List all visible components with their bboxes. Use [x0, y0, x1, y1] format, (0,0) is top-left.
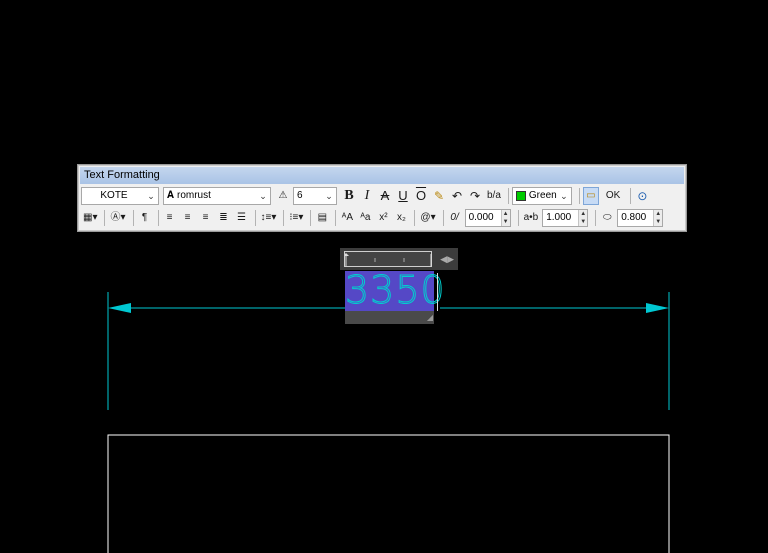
match-properties-icon[interactable]: ✎	[431, 187, 447, 205]
numbering-icon[interactable]: ⁝≡▾	[287, 209, 305, 227]
ruler-ticks	[343, 253, 432, 266]
tracking-value: 1.000	[546, 212, 572, 223]
oblique-angle-value: 0.000	[468, 212, 494, 223]
tracking-icon: a•b	[523, 212, 539, 223]
superscript-button[interactable]: x²	[375, 209, 391, 227]
align-center-icon[interactable]: ≡	[180, 209, 196, 227]
color-value: Green	[528, 190, 557, 201]
font-value: romrust	[176, 190, 211, 201]
subscript-button[interactable]: x₂	[393, 209, 409, 227]
style-value: KOTE	[100, 190, 128, 201]
spinner-arrows-icon[interactable]: ▲ ▼	[500, 210, 510, 226]
arrowhead-right	[646, 303, 669, 313]
separator	[310, 210, 312, 226]
separator	[132, 210, 134, 226]
separator	[283, 210, 285, 226]
uppercase-button[interactable]: ᴬA	[339, 209, 355, 227]
ok-button[interactable]: OK	[601, 187, 625, 205]
lowercase-button[interactable]: ᴬa	[357, 209, 373, 227]
text-editor-ruler[interactable]: ◀▶	[340, 248, 458, 270]
redo-icon[interactable]: ↷	[467, 187, 483, 205]
style-dropdown[interactable]: KOTE ⌄	[81, 187, 159, 205]
insert-field-icon[interactable]: ▤	[314, 209, 330, 227]
distribute-icon[interactable]: ☰	[234, 209, 250, 227]
tracking-input[interactable]: 1.000 ▲ ▼	[542, 209, 589, 227]
resize-grip-icon[interactable]: ◢	[427, 312, 433, 324]
separator	[335, 210, 337, 226]
text-cursor	[437, 273, 439, 311]
drawing-rectangle	[107, 434, 670, 553]
align-right-icon[interactable]: ≡	[198, 209, 214, 227]
symbol-label: @	[420, 212, 431, 223]
chevron-down-icon: ⌄	[259, 191, 267, 201]
columns-icon[interactable]: ▦▾	[81, 209, 99, 227]
width-factor-value: 0.800	[621, 212, 647, 223]
separator	[442, 210, 444, 226]
separator	[254, 210, 256, 226]
justification-icon[interactable]: Ⓐ▾	[108, 209, 127, 227]
dimension-text[interactable]: 3350	[345, 268, 446, 313]
separator	[157, 210, 159, 226]
overline-button[interactable]: O	[413, 187, 429, 205]
arrowhead-left	[108, 303, 131, 313]
ruler-width-arrows-icon[interactable]: ◀▶	[440, 250, 454, 268]
color-dropdown[interactable]: Green ⌄	[511, 187, 572, 205]
oblique-angle-icon: 0/	[450, 212, 459, 223]
align-left-icon[interactable]: ≡	[162, 209, 178, 227]
chevron-down-icon: ⌄	[325, 191, 333, 201]
spinner-arrows-icon[interactable]: ▲ ▼	[578, 210, 588, 226]
paragraph-icon[interactable]: ¶	[137, 209, 153, 227]
italic-button[interactable]: I	[359, 187, 375, 205]
separator	[578, 188, 580, 204]
font-dropdown[interactable]: 𝐀 romrust ⌄	[163, 187, 271, 205]
text-height-dropdown[interactable]: 6 ⌄	[293, 187, 337, 205]
separator	[630, 188, 632, 204]
undo-icon[interactable]: ↶	[449, 187, 465, 205]
separator	[104, 210, 106, 226]
options-icon[interactable]: ⊙	[634, 187, 650, 205]
width-factor-input[interactable]: 0.800 ▲ ▼	[617, 209, 664, 227]
spinner-arrows-icon[interactable]: ▲ ▼	[653, 210, 663, 226]
chevron-down-icon: ⌄	[560, 191, 568, 201]
strikethrough-button[interactable]: A	[377, 187, 393, 205]
chevron-down-icon: ⌄	[147, 191, 155, 201]
toolbar-row-2: ▦▾ Ⓐ▾ ¶ ≡ ≡ ≡ ≣ ☰ ↕≡▾ ⁝≡▾ ▤ ᴬA ᴬa x² x₂ …	[81, 207, 683, 229]
toolbar-row-1: KOTE ⌄ 𝐀 romrust ⌄ ⚠ 6 ⌄ B I A U O ✎ ↶ ↷…	[81, 185, 683, 207]
underline-button[interactable]: U	[395, 187, 411, 205]
ruler-scale[interactable]	[343, 251, 432, 267]
separator	[517, 210, 519, 226]
text-height-value: 6	[297, 190, 303, 201]
font-type-icon: 𝐀	[167, 190, 174, 201]
separator	[595, 210, 597, 226]
oblique-angle-input[interactable]: 0.000 ▲ ▼	[464, 209, 511, 227]
annotative-icon[interactable]: ⚠	[275, 187, 291, 205]
separator	[507, 188, 509, 204]
separator	[414, 210, 416, 226]
green-swatch-icon	[515, 191, 526, 201]
toolbar-title[interactable]: Text Formatting	[80, 167, 684, 184]
bold-button[interactable]: B	[341, 187, 357, 205]
text-editor-bottom-bar: ◢	[345, 311, 434, 324]
line-spacing-icon[interactable]: ↕≡▾	[259, 209, 279, 227]
ruler-toggle-icon[interactable]: ▭	[582, 187, 599, 205]
symbol-button[interactable]: @ ▾	[418, 209, 437, 227]
stack-button[interactable]: b/a	[485, 187, 503, 205]
text-formatting-toolbar: Text Formatting KOTE ⌄ 𝐀 romrust ⌄ ⚠ 6 ⌄…	[77, 164, 687, 232]
justify-icon[interactable]: ≣	[216, 209, 232, 227]
width-factor-icon: ⬭	[602, 212, 612, 223]
